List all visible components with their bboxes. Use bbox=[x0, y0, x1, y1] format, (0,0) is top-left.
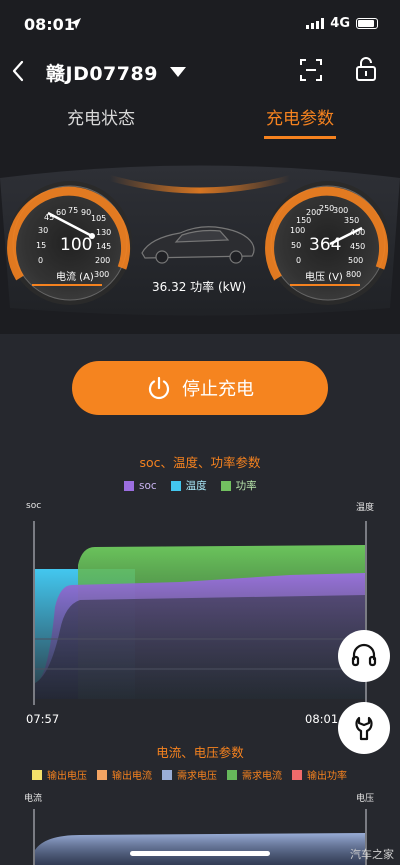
legend-label: 输出电流 bbox=[112, 771, 152, 782]
voltage-tick: 100 bbox=[290, 226, 306, 235]
legend-swatch bbox=[292, 769, 302, 780]
legend-item[interactable]: 需求电压 bbox=[162, 767, 217, 782]
voltage-tick: 800 bbox=[346, 270, 362, 279]
current-tick: 45 bbox=[44, 213, 55, 222]
stop-charging-button[interactable]: 停止充电 bbox=[72, 361, 328, 415]
current-tick: 130 bbox=[96, 228, 112, 237]
vehicle-plate[interactable]: 赣JD07789 bbox=[46, 59, 158, 86]
voltage-tick: 50 bbox=[291, 241, 302, 250]
location-arrow-icon bbox=[70, 18, 81, 29]
voltage-label: 电压 (V) bbox=[305, 272, 343, 283]
battery-icon bbox=[356, 18, 378, 29]
tab-bar: 充电状态 充电参数 bbox=[0, 94, 400, 140]
home-indicator[interactable] bbox=[130, 851, 270, 856]
voltage-value: 364 bbox=[309, 235, 342, 255]
active-tab-indicator bbox=[264, 136, 336, 139]
voltage-tick: 500 bbox=[348, 256, 364, 265]
legend-label: 需求电流 bbox=[242, 771, 282, 782]
chart2-legend: 输出电压 输出电流 需求电压 需求电流 输出功率 bbox=[32, 767, 347, 782]
legend-item[interactable]: 输出功率 bbox=[292, 767, 347, 782]
power-icon bbox=[148, 376, 170, 400]
chevron-down-icon[interactable] bbox=[170, 67, 186, 77]
stop-charging-label: 停止充电 bbox=[182, 379, 254, 400]
legend-label: 温度 bbox=[185, 480, 207, 492]
legend-swatch bbox=[227, 769, 237, 780]
voltage-tick: 250 bbox=[319, 204, 335, 213]
legend-item[interactable]: 功率 bbox=[220, 478, 257, 493]
chart2-left-axis-label: 电流 bbox=[24, 794, 43, 804]
legend-label: 输出功率 bbox=[307, 771, 347, 782]
legend-label: 输出电压 bbox=[47, 771, 87, 782]
legend-swatch bbox=[220, 480, 231, 491]
network-type: 4G bbox=[330, 16, 350, 31]
dashboard: 0 15 30 45 60 75 90 105 130 145 200 300 … bbox=[0, 158, 400, 320]
legend-item[interactable]: 温度 bbox=[170, 478, 207, 493]
headset-icon bbox=[351, 643, 377, 667]
current-tick: 90 bbox=[81, 208, 92, 217]
legend-swatch bbox=[97, 769, 107, 780]
legend-swatch bbox=[32, 769, 42, 780]
chart2-title: 电流、电压参数 bbox=[156, 745, 244, 760]
legend-item[interactable]: 需求电流 bbox=[227, 767, 282, 782]
legend-item[interactable]: 输出电流 bbox=[97, 767, 152, 782]
demand-voltage-area bbox=[35, 833, 365, 865]
chart1-right-axis-label: 温度 bbox=[356, 503, 375, 513]
chart1-shade bbox=[35, 595, 365, 699]
chart1-legend: soc 温度 功率 bbox=[124, 478, 257, 493]
current-tick: 75 bbox=[68, 206, 79, 215]
status-time: 08:01 bbox=[24, 15, 75, 34]
current-tick: 200 bbox=[95, 256, 111, 265]
power-readout: 36.32 功率 (kW) bbox=[152, 280, 247, 294]
lock-icon[interactable] bbox=[355, 56, 377, 82]
chart2-plot bbox=[33, 809, 367, 865]
chart1-left-axis-label: soc bbox=[26, 501, 42, 511]
legend-swatch bbox=[162, 769, 172, 780]
status-bar: 08:01 4G bbox=[0, 0, 400, 44]
tab-charge-params[interactable]: 充电参数 bbox=[266, 104, 334, 129]
chart1-plot bbox=[33, 521, 367, 705]
watermark: 汽车之家 bbox=[350, 848, 394, 861]
legend-label: 功率 bbox=[235, 480, 257, 492]
back-arrow-icon[interactable] bbox=[8, 56, 32, 86]
current-tick: 0 bbox=[38, 256, 44, 265]
current-value: 100 bbox=[60, 235, 93, 255]
legend-swatch bbox=[170, 480, 181, 491]
current-tick: 300 bbox=[94, 270, 110, 279]
current-tick: 145 bbox=[96, 242, 112, 251]
tab-charge-status[interactable]: 充电状态 bbox=[67, 104, 135, 129]
chart1-start-time: 07:57 bbox=[26, 712, 60, 726]
current-tick: 60 bbox=[56, 208, 67, 217]
chart1-title: soc、温度、功率参数 bbox=[139, 455, 261, 470]
voltage-tick: 150 bbox=[296, 216, 312, 225]
nav-header: 赣JD07789 bbox=[0, 52, 400, 92]
current-tick: 105 bbox=[91, 214, 107, 223]
legend-item[interactable]: 输出电压 bbox=[32, 767, 87, 782]
chart1-end-time: 08:01 bbox=[305, 712, 339, 726]
legend-swatch bbox=[124, 480, 134, 491]
legend-item[interactable]: soc bbox=[124, 478, 157, 493]
current-label: 电流 (A) bbox=[56, 272, 94, 283]
voltage-tick: 450 bbox=[350, 242, 366, 251]
legend-label: soc bbox=[139, 479, 157, 492]
customer-service-button[interactable] bbox=[338, 630, 390, 682]
current-tick: 15 bbox=[36, 241, 47, 250]
chart2-right-axis-label: 电压 bbox=[356, 794, 375, 804]
scan-icon[interactable] bbox=[299, 58, 323, 82]
voltage-tick: 300 bbox=[333, 206, 349, 215]
voltage-tick: 400 bbox=[350, 228, 366, 237]
signal-icon bbox=[306, 18, 325, 29]
current-tick: 30 bbox=[38, 226, 49, 235]
voltage-tick: 0 bbox=[296, 256, 302, 265]
voltage-tick: 350 bbox=[344, 216, 360, 225]
wrench-icon bbox=[355, 716, 373, 741]
legend-label: 需求电压 bbox=[177, 771, 217, 782]
